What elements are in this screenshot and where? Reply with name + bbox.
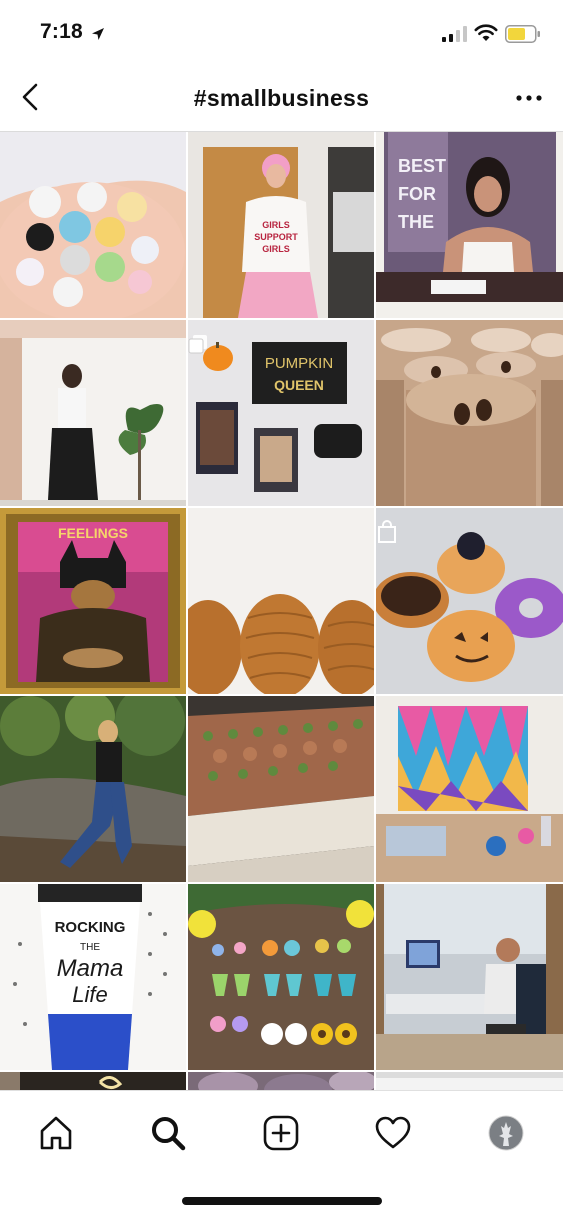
post-image xyxy=(188,696,374,882)
svg-text:FEELINGS: FEELINGS xyxy=(58,525,128,541)
tab-home[interactable] xyxy=(34,1111,78,1155)
post-image: PUMPKIN QUEEN xyxy=(188,320,374,506)
tab-bar xyxy=(0,1090,563,1178)
svg-text:SUPPORT: SUPPORT xyxy=(254,232,298,242)
nav-header: #smallbusiness xyxy=(0,70,563,132)
post-image: ROCKING THE Mama Life xyxy=(0,884,186,1070)
post-image xyxy=(0,132,186,318)
tab-new-post[interactable] xyxy=(259,1111,303,1155)
tab-activity[interactable] xyxy=(371,1111,415,1155)
location-arrow-icon xyxy=(92,28,104,40)
grid-post-2[interactable]: GIRLS SUPPORT GIRLS xyxy=(188,132,374,318)
cellular-signal-icon xyxy=(442,26,467,42)
status-bar: 7:18 xyxy=(0,0,563,70)
grid-post-1[interactable] xyxy=(0,132,186,318)
grid-post-9[interactable] xyxy=(376,508,563,694)
post-image xyxy=(188,1072,374,1090)
grid-post-16[interactable] xyxy=(0,1072,186,1090)
grid-post-12[interactable] xyxy=(376,696,563,882)
svg-text:FOR: FOR xyxy=(398,184,436,204)
post-image xyxy=(376,884,563,1070)
plus-square-icon xyxy=(263,1115,299,1151)
wifi-icon xyxy=(474,24,498,41)
grid-post-10[interactable] xyxy=(0,696,186,882)
grid-post-4[interactable] xyxy=(0,320,186,506)
page-title: #smallbusiness xyxy=(193,85,370,111)
tab-profile[interactable] xyxy=(484,1111,528,1155)
post-image xyxy=(376,508,563,694)
post-image xyxy=(0,696,186,882)
shopping-bag-icon xyxy=(378,520,396,543)
svg-text:GIRLS: GIRLS xyxy=(262,220,290,230)
home-indicator xyxy=(182,1197,382,1205)
svg-text:BEST: BEST xyxy=(398,156,446,176)
home-icon xyxy=(40,1116,72,1150)
battery-icon xyxy=(505,25,540,43)
more-options-icon[interactable] xyxy=(515,87,543,109)
svg-text:THE: THE xyxy=(398,212,434,232)
grid-post-5[interactable]: PUMPKIN QUEEN xyxy=(188,320,374,506)
grid-post-14[interactable] xyxy=(188,884,374,1070)
heart-icon xyxy=(375,1116,411,1149)
grid-post-6[interactable] xyxy=(376,320,563,506)
post-image xyxy=(376,696,563,882)
post-image xyxy=(188,508,374,694)
post-image: GIRLS SUPPORT GIRLS xyxy=(188,132,374,318)
grid-post-7[interactable]: FEELINGS xyxy=(0,508,186,694)
svg-text:ROCKING: ROCKING xyxy=(55,919,126,936)
post-image: FEELINGS xyxy=(0,508,186,694)
grid-post-17[interactable] xyxy=(188,1072,374,1090)
status-time: 7:18 xyxy=(40,20,83,43)
svg-text:Life: Life xyxy=(72,982,107,1007)
tab-search[interactable] xyxy=(146,1111,190,1155)
svg-text:Mama: Mama xyxy=(57,955,124,982)
post-image xyxy=(376,1072,563,1090)
post-image: BEST FOR THE xyxy=(376,132,563,318)
grid-post-15[interactable] xyxy=(376,884,563,1070)
svg-text:QUEEN: QUEEN xyxy=(274,377,324,393)
svg-text:THE: THE xyxy=(80,942,100,953)
svg-text:PUMPKIN: PUMPKIN xyxy=(265,355,333,372)
post-image xyxy=(188,884,374,1070)
grid-post-13[interactable]: ROCKING THE Mama Life xyxy=(0,884,186,1070)
post-image xyxy=(0,1072,186,1090)
svg-text:GIRLS: GIRLS xyxy=(262,244,290,254)
explore-grid: GIRLS SUPPORT GIRLS BEST FOR THE PUMPKIN… xyxy=(0,132,563,1090)
post-image xyxy=(0,320,186,506)
grid-post-11[interactable] xyxy=(188,696,374,882)
multiple-posts-icon xyxy=(188,335,207,354)
post-image xyxy=(376,320,563,506)
grid-post-18[interactable] xyxy=(376,1072,563,1090)
grid-post-8[interactable] xyxy=(188,508,374,694)
profile-avatar-icon xyxy=(488,1115,524,1151)
search-icon xyxy=(152,1117,186,1151)
grid-post-3[interactable]: BEST FOR THE xyxy=(376,132,563,318)
